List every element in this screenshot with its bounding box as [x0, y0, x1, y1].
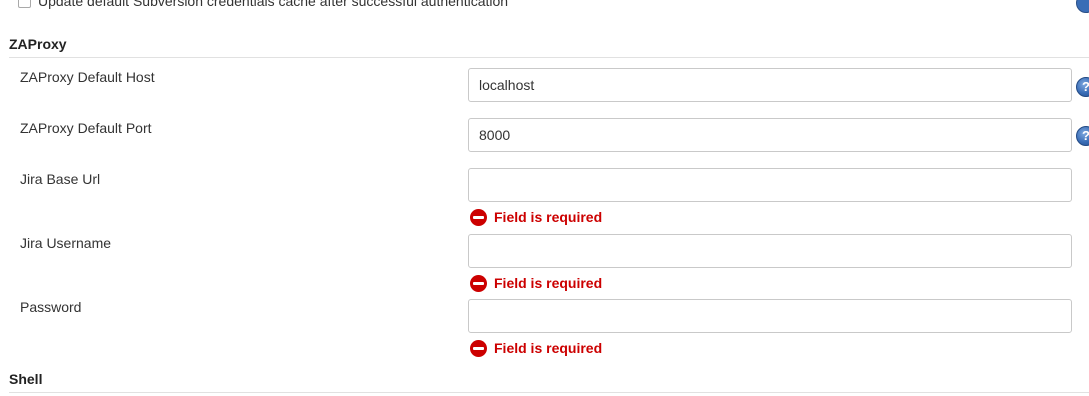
svn-credentials-checkbox[interactable] — [18, 0, 31, 8]
error-icon — [470, 339, 487, 357]
password-error: Field is required — [470, 339, 602, 357]
jira-username-error: Field is required — [470, 274, 602, 292]
section-title-shell: Shell — [9, 371, 43, 387]
label-default-port: ZAProxy Default Port — [20, 120, 152, 136]
error-message: Field is required — [494, 209, 603, 225]
jira-username-input[interactable] — [468, 234, 1072, 268]
default-port-input[interactable] — [468, 118, 1072, 152]
password-input[interactable] — [468, 299, 1072, 333]
label-jira-base-url: Jira Base Url — [20, 171, 101, 187]
label-password: Password — [20, 299, 82, 315]
error-icon — [470, 208, 487, 226]
help-icon[interactable]: ? — [1076, 126, 1089, 146]
error-message: Field is required — [494, 275, 603, 291]
svn-credentials-row: Update default Subversion credentials ca… — [0, 0, 1089, 13]
error-icon — [470, 274, 487, 292]
label-default-host: ZAProxy Default Host — [20, 69, 155, 85]
default-host-input[interactable] — [468, 68, 1072, 102]
error-message: Field is required — [494, 340, 603, 356]
jira-base-url-error: Field is required — [470, 208, 602, 226]
help-icon[interactable] — [1076, 0, 1089, 13]
jira-base-url-input[interactable] — [468, 168, 1072, 202]
section-divider — [9, 57, 1089, 58]
section-title-zaproxy: ZAProxy — [9, 36, 67, 52]
help-icon[interactable]: ? — [1076, 77, 1089, 97]
jenkins-config-page: Update default Subversion credentials ca… — [0, 0, 1089, 396]
label-jira-username: Jira Username — [20, 235, 112, 251]
section-divider — [9, 392, 1089, 393]
svn-credentials-label: Update default Subversion credentials ca… — [38, 0, 509, 9]
